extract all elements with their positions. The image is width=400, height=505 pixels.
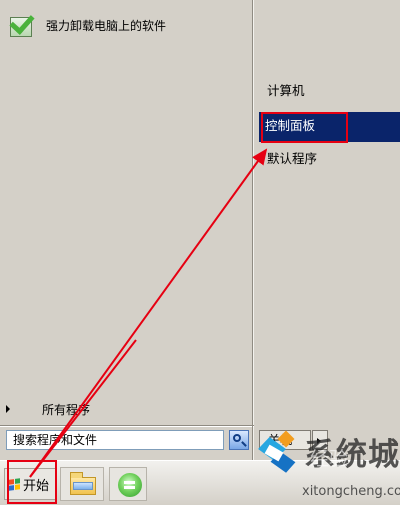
search-input[interactable]: 搜索程序和文件 xyxy=(6,430,224,450)
recent-program-item[interactable]: 强力卸载电脑上的软件 xyxy=(9,8,167,42)
menu-item-default-programs[interactable]: 默认程序 xyxy=(263,147,317,171)
taskbar-explorer-button[interactable] xyxy=(60,467,104,501)
folder-explorer-icon xyxy=(70,472,96,495)
shutdown-options-button[interactable] xyxy=(312,430,328,450)
taskbar: 开始 xyxy=(0,460,400,505)
triangle-right-icon xyxy=(6,405,10,413)
all-programs-label: 所有程序 xyxy=(42,402,91,417)
taskbar-browser-button[interactable] xyxy=(109,467,147,501)
all-programs-item[interactable]: 所有程序 xyxy=(6,397,90,421)
left-panel-divider xyxy=(0,425,254,427)
browser-icon xyxy=(118,473,142,497)
menu-item-computer[interactable]: 计算机 xyxy=(263,79,305,103)
control-panel-highlight-box xyxy=(261,112,348,143)
recent-program-label: 强力卸载电脑上的软件 xyxy=(46,18,167,33)
search-icon xyxy=(233,434,241,442)
start-button-highlight-box xyxy=(7,460,57,504)
start-menu-right-panel: 计算机 控制面板 默认程序 xyxy=(255,0,400,460)
shutdown-button[interactable]: 关机 xyxy=(259,430,311,450)
uninstall-check-icon xyxy=(9,9,36,39)
start-menu-left-panel: 强力卸载电脑上的软件 所有程序 搜索程序和文件 xyxy=(0,0,254,460)
search-button[interactable] xyxy=(229,430,249,450)
